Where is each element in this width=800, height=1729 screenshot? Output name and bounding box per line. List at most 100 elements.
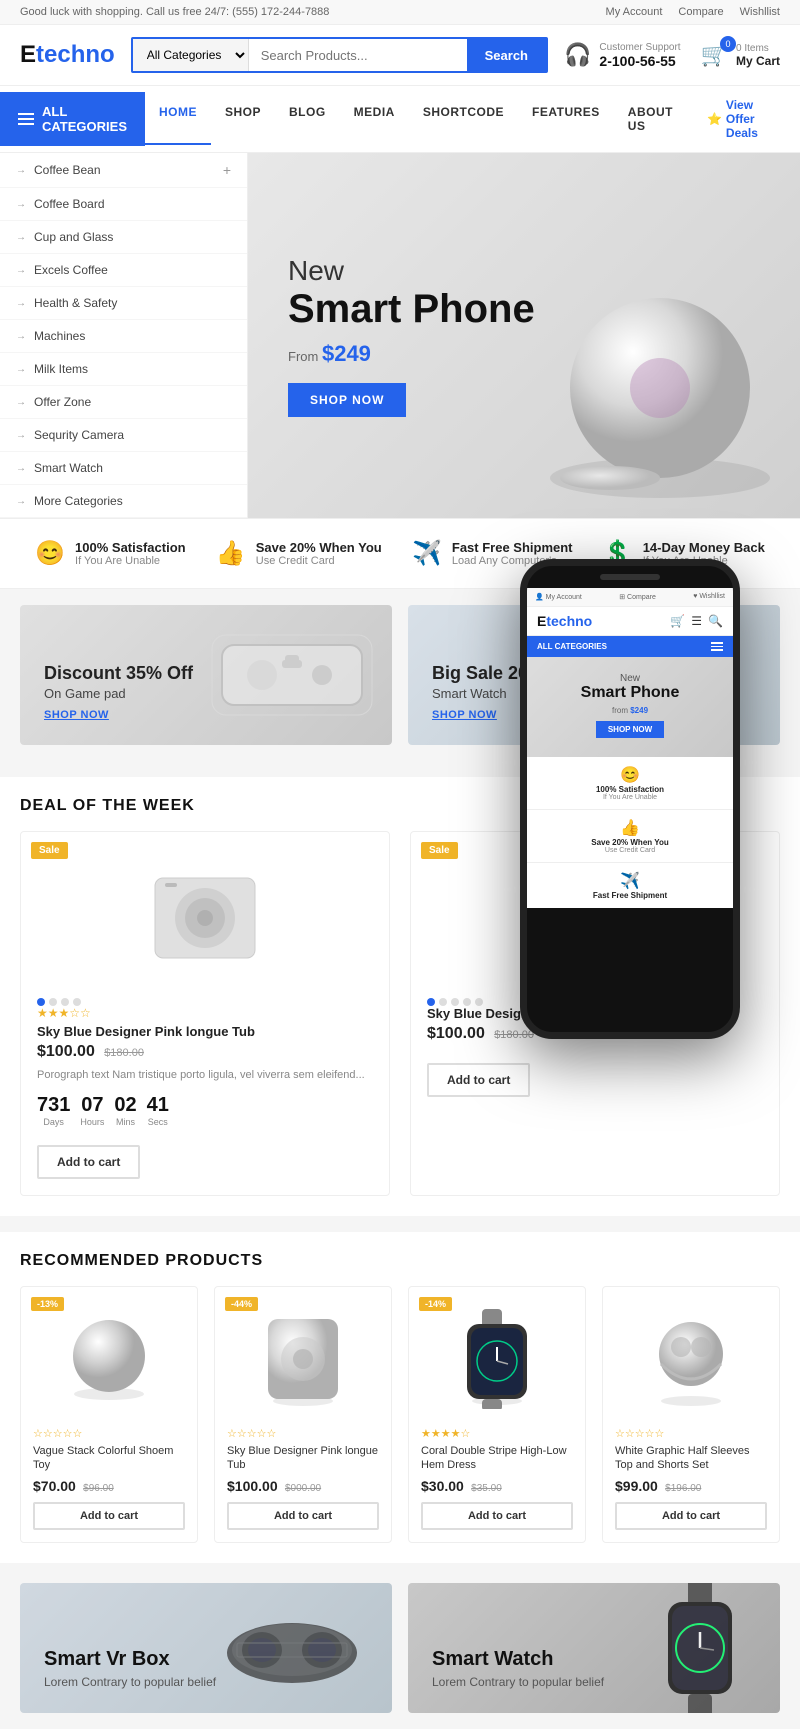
logo[interactable]: Etechno bbox=[20, 41, 115, 69]
phone-nav: ALL CATEGORIES bbox=[527, 636, 733, 657]
add-cart-button-2[interactable]: Add to cart bbox=[427, 1063, 530, 1097]
view-offer-link[interactable]: ⭐ View Offer Deals bbox=[687, 86, 800, 152]
deal-card-1: Sale ★★★☆☆ Sky Blue Designer Pink longue… bbox=[20, 831, 390, 1196]
hero-title: Smart Phone bbox=[288, 287, 535, 331]
plane-icon: ✈️ bbox=[412, 539, 442, 568]
sidebar-item-machines[interactable]: → Machines bbox=[0, 320, 247, 353]
dot[interactable] bbox=[61, 998, 69, 1006]
sale-badge-1: Sale bbox=[31, 842, 68, 859]
nav-links: HOME SHOP BLOG MEDIA SHORTCODE FEATURES … bbox=[145, 93, 687, 145]
dot-active[interactable] bbox=[427, 998, 435, 1006]
promo-section-wrapper: Discount 35% Off On Game pad SHOP NOW bbox=[0, 589, 800, 761]
mins-label: Mins bbox=[114, 1117, 136, 1127]
nav-features[interactable]: FEATURES bbox=[518, 93, 614, 145]
sidebar-item-sequrity-camera[interactable]: → Sequrity Camera bbox=[0, 419, 247, 452]
dot[interactable] bbox=[451, 998, 459, 1006]
benefit-satisfaction: 😊 100% Satisfaction If You Are Unable bbox=[35, 539, 185, 568]
sidebar-item-health-safety[interactable]: → Health & Safety bbox=[0, 287, 247, 320]
days-label: Days bbox=[37, 1117, 70, 1127]
sidebar-label: Offer Zone bbox=[34, 395, 91, 409]
thumbs-up-icon: 👍 bbox=[216, 539, 246, 568]
rec-price-old-3: $35.00 bbox=[471, 1483, 502, 1494]
nav-shortcode[interactable]: SHORTCODE bbox=[409, 93, 518, 145]
wishlist-link[interactable]: Wishllist bbox=[740, 6, 780, 18]
hero-shop-now-button[interactable]: SHOP NOW bbox=[288, 383, 406, 417]
nav-media[interactable]: MEDIA bbox=[340, 93, 409, 145]
dot[interactable] bbox=[463, 998, 471, 1006]
nav-blog[interactable]: BLOG bbox=[275, 93, 340, 145]
sidebar-item-cup-glass[interactable]: → Cup and Glass bbox=[0, 221, 247, 254]
rec-add-cart-1[interactable]: Add to cart bbox=[33, 1502, 185, 1530]
phone-hero-new: New bbox=[543, 673, 717, 684]
phone-account: 👤 My Account bbox=[535, 593, 582, 601]
rec-add-cart-3[interactable]: Add to cart bbox=[421, 1502, 573, 1530]
promo-gamepad-link[interactable]: SHOP NOW bbox=[44, 709, 109, 721]
sidebar-item-milk-items[interactable]: → Milk Items bbox=[0, 353, 247, 386]
sidebar-label: More Categories bbox=[34, 494, 123, 508]
sidebar-label: Coffee Bean bbox=[34, 163, 101, 177]
support-number: 2-100-56-55 bbox=[599, 53, 680, 69]
search-input[interactable] bbox=[249, 39, 467, 71]
mins-num: 02 bbox=[114, 1094, 136, 1116]
top-bar-message: Good luck with shopping. Call us free 24… bbox=[20, 6, 329, 18]
rec-add-cart-4[interactable]: Add to cart bbox=[615, 1502, 767, 1530]
arrow-icon: → bbox=[16, 165, 26, 176]
recommended-section: RECOMMENDED PRODUCTS -13% ☆☆ bbox=[0, 1232, 800, 1564]
compare-link[interactable]: Compare bbox=[678, 6, 723, 18]
nav-about[interactable]: ABOUT US bbox=[614, 93, 687, 145]
sidebar-item-excels-coffee[interactable]: → Excels Coffee bbox=[0, 254, 247, 287]
rec-price-amount-1: $70.00 bbox=[33, 1478, 76, 1494]
sidebar-item-coffee-bean[interactable]: → Coffee Bean + bbox=[0, 153, 247, 188]
nav-shop[interactable]: SHOP bbox=[211, 93, 275, 145]
sidebar-item-offer-zone[interactable]: → Offer Zone bbox=[0, 386, 247, 419]
my-account-link[interactable]: My Account bbox=[606, 6, 663, 18]
rec-name-2: Sky Blue Designer Pink longue Tub bbox=[227, 1444, 379, 1473]
arrow-icon: → bbox=[16, 331, 26, 342]
bottom-banner-watch: Smart Watch Lorem Contrary to popular be… bbox=[408, 1583, 780, 1713]
dot[interactable] bbox=[439, 998, 447, 1006]
phone-benefit-3: ✈️ Fast Free Shipment bbox=[527, 863, 733, 908]
category-select[interactable]: All Categories bbox=[133, 39, 249, 71]
rec-image-1 bbox=[33, 1299, 185, 1419]
search-button[interactable]: Search bbox=[467, 39, 546, 71]
promo-watch-link[interactable]: SHOP NOW bbox=[432, 709, 497, 721]
all-categories-button[interactable]: ALL CATEGORIES bbox=[0, 92, 145, 146]
secs-label: Secs bbox=[147, 1117, 169, 1127]
benefit-shipment-title: Fast Free Shipment bbox=[452, 540, 573, 555]
sidebar-item-smart-watch[interactable]: → Smart Watch bbox=[0, 452, 247, 485]
nav-home[interactable]: HOME bbox=[145, 93, 211, 145]
arrow-icon: → bbox=[16, 397, 26, 408]
arrow-icon: → bbox=[16, 265, 26, 276]
sidebar-item-coffee-board[interactable]: → Coffee Board bbox=[0, 188, 247, 221]
rec-price-old-2: $000.00 bbox=[285, 1483, 321, 1494]
rec-image-3 bbox=[421, 1299, 573, 1419]
sidebar-item-more-categories[interactable]: → More Categories bbox=[0, 485, 247, 518]
hours-num: 07 bbox=[81, 1094, 103, 1116]
phone-benefit1-sub: If You Are Unable bbox=[535, 794, 725, 801]
arrow-icon: → bbox=[16, 199, 26, 210]
dot[interactable] bbox=[49, 998, 57, 1006]
cart[interactable]: 🛒0 0 Items My Cart bbox=[701, 42, 780, 68]
deal-price-old-1: $180.00 bbox=[104, 1047, 144, 1059]
countdown: 731 Days 07 Hours 02 Mins 41 Secs bbox=[37, 1094, 373, 1127]
arrow-icon: → bbox=[16, 430, 26, 441]
phone-benefit1-title: 100% Satisfaction bbox=[535, 785, 725, 794]
add-cart-button-1[interactable]: Add to cart bbox=[37, 1145, 140, 1179]
dot-active[interactable] bbox=[37, 998, 45, 1006]
phone-hero-btn[interactable]: SHOP NOW bbox=[596, 721, 664, 738]
phone-header: Etechno 🛒 ☰ 🔍 bbox=[527, 607, 733, 636]
phone-benefit2-sub: Use Credit Card bbox=[535, 847, 725, 854]
days-num: 731 bbox=[37, 1094, 70, 1116]
dot[interactable] bbox=[73, 998, 81, 1006]
satisfaction-icon: 😊 bbox=[35, 539, 65, 568]
view-offer-label: View Offer Deals bbox=[726, 98, 780, 140]
rec-product-svg-3 bbox=[462, 1309, 532, 1409]
rec-price-1: $70.00 $96.00 bbox=[33, 1478, 185, 1494]
rec-add-cart-2[interactable]: Add to cart bbox=[227, 1502, 379, 1530]
sale-badge-2: Sale bbox=[421, 842, 458, 859]
benefit-satisfaction-sub: If You Are Unable bbox=[75, 555, 186, 567]
dot[interactable] bbox=[475, 998, 483, 1006]
sidebar-label: Machines bbox=[34, 329, 85, 343]
rec-stars-4: ☆☆☆☆☆ bbox=[615, 1427, 767, 1440]
phone-mockup: 👤 My Account ⊞ Compare ♥ Wishllist Etech… bbox=[520, 559, 740, 1039]
